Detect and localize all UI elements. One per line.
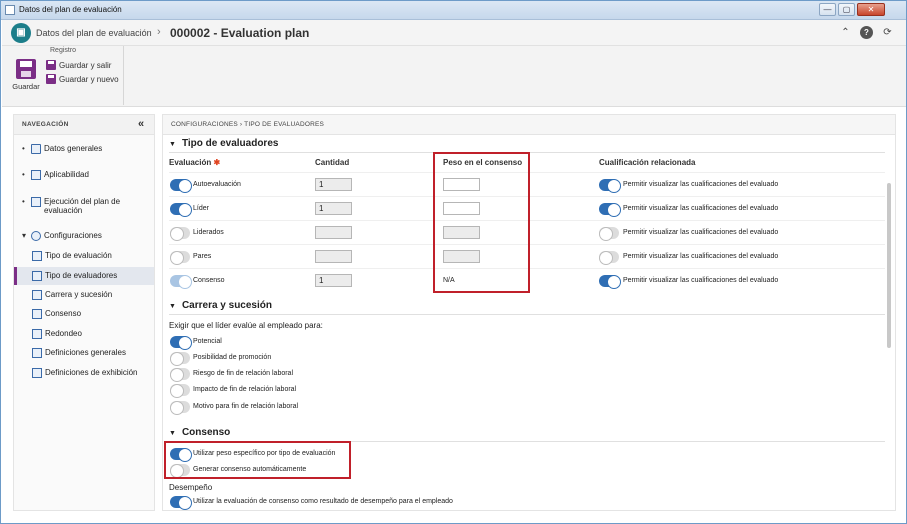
navigation-header: NAVEGACIÓN « [14, 115, 154, 135]
consenso-toggle[interactable] [170, 275, 192, 289]
general-definitions-icon [32, 348, 42, 358]
app-logo-icon: ▣ [11, 23, 31, 43]
liderados-toggle[interactable] [170, 227, 190, 241]
save-new-icon [46, 74, 56, 84]
column-evaluation: Evaluación ✱ [169, 158, 221, 167]
nav-item-tipo-evaluadores[interactable]: Tipo de evaluadores [14, 267, 154, 285]
breadcrumb-separator: › [157, 26, 161, 38]
save-exit-button[interactable]: Guardar y salir [46, 59, 111, 71]
consenso-desempeno-toggle[interactable] [170, 496, 192, 510]
evaluation-type-icon [32, 251, 42, 261]
minimize-button[interactable]: — [819, 3, 836, 16]
lider-qualification-toggle[interactable] [599, 203, 621, 217]
nav-item-aplicabilidad[interactable]: • Aplicabilidad [22, 170, 89, 180]
navigation-title: NAVEGACIÓN [22, 121, 69, 128]
execution-icon [31, 197, 41, 207]
content-breadcrumb: CONFIGURACIONES › TIPO DE EVALUADORES [171, 121, 325, 128]
window-title: Datos del plan de evaluación [19, 5, 122, 14]
impacto-toggle[interactable] [170, 384, 190, 398]
evaluators-type-icon [32, 271, 42, 281]
potencial-toggle[interactable] [170, 336, 192, 350]
app-window: Datos del plan de evaluación — ▢ ✕ ▣ Dat… [0, 0, 907, 524]
liderados-qualification-toggle[interactable] [599, 227, 619, 241]
pares-toggle[interactable] [170, 251, 190, 265]
riesgo-toggle[interactable] [170, 368, 190, 382]
autoevaluacion-quantity-input[interactable]: 1 [315, 178, 352, 191]
save-button[interactable]: Guardar [8, 59, 44, 97]
save-exit-icon [46, 60, 56, 70]
save-exit-label: Guardar y salir [59, 60, 112, 70]
document-icon [31, 144, 41, 154]
career-prompt: Exigir que el líder evalúe al empleado p… [169, 321, 323, 330]
column-quantity: Cantidad [315, 158, 350, 167]
required-icon: ✱ [213, 158, 221, 167]
breadcrumb-root[interactable]: Datos del plan de evaluación [36, 28, 152, 38]
promocion-toggle[interactable] [170, 352, 190, 366]
pares-qualification-toggle[interactable] [599, 251, 619, 265]
section-career-header[interactable]: ▼ Carrera y sucesión [169, 300, 272, 311]
motivo-toggle[interactable] [170, 401, 190, 415]
collapse-header-icon[interactable]: ⌃ [839, 26, 852, 39]
page-header: ▣ Datos del plan de evaluación › 000002 … [2, 20, 906, 46]
liderados-quantity-input[interactable] [315, 226, 352, 239]
ribbon-divider [123, 46, 124, 105]
nav-item-ejecucion[interactable]: • Ejecución del plan de evaluación [22, 197, 152, 215]
highlight-weight-column [433, 152, 530, 293]
main-content: CONFIGURACIONES › TIPO DE EVALUADORES ▼ T… [162, 114, 896, 511]
nav-item-definiciones-generales[interactable]: Definiciones generales [32, 348, 126, 358]
nav-item-carrera-sucesion[interactable]: Carrera y sucesión [32, 290, 112, 300]
performance-label: Desempeño [169, 483, 213, 492]
maximize-button[interactable]: ▢ [838, 3, 855, 16]
ribbon-group-label: Registro [50, 47, 77, 54]
ribbon-toolbar: Registro Guardar Guardar y salir Guardar… [2, 46, 906, 107]
gear-icon [31, 231, 41, 241]
title-bar: Datos del plan de evaluación — ▢ ✕ [1, 1, 906, 20]
nav-item-datos-generales[interactable]: • Datos generales [22, 144, 102, 154]
autoevaluacion-toggle[interactable] [170, 179, 192, 193]
content-breadcrumb-bar: CONFIGURACIONES › TIPO DE EVALUADORES [163, 115, 895, 135]
save-new-button[interactable]: Guardar y nuevo [46, 73, 119, 85]
career-icon [32, 290, 42, 300]
section-evaluators-header[interactable]: ▼ Tipo de evaluadores [169, 138, 278, 149]
help-icon[interactable]: ? [860, 26, 873, 39]
content-scrollbar[interactable] [887, 183, 891, 348]
lider-quantity-input[interactable]: 1 [315, 202, 352, 215]
display-definitions-icon [32, 368, 42, 378]
window-icon [5, 5, 15, 15]
navigation-panel: NAVEGACIÓN « • Datos generales • Aplicabil… [13, 114, 155, 511]
row-label: Autoevaluación [193, 181, 241, 188]
column-qualification: Cualificación relacionada [599, 158, 696, 167]
pares-quantity-input[interactable] [315, 250, 352, 263]
close-button[interactable]: ✕ [857, 3, 885, 16]
consenso-quantity-input[interactable]: 1 [315, 274, 352, 287]
refresh-icon[interactable]: ⟳ [881, 26, 894, 39]
section-consensus-header[interactable]: ▼ Consenso [169, 427, 230, 438]
autoevaluacion-qualification-toggle[interactable] [599, 179, 621, 193]
nav-item-redondeo[interactable]: Redondeo [32, 329, 82, 339]
nav-item-definiciones-exhibicion[interactable]: Definiciones de exhibición [32, 368, 138, 378]
consenso-qualification-toggle[interactable] [599, 275, 621, 289]
save-new-label: Guardar y nuevo [59, 74, 119, 84]
highlight-consensus-options [164, 441, 351, 479]
consensus-icon [32, 309, 42, 319]
applicability-icon [31, 170, 41, 180]
save-label: Guardar [12, 82, 40, 91]
nav-item-tipo-evaluacion[interactable]: Tipo de evaluación [32, 251, 112, 261]
nav-item-consenso[interactable]: Consenso [32, 309, 81, 319]
lider-toggle[interactable] [170, 203, 192, 217]
collapse-navigation-icon[interactable]: « [138, 118, 144, 130]
page-title: 000002 - Evaluation plan [170, 26, 310, 40]
rounding-icon [32, 329, 42, 339]
save-icon [16, 59, 36, 79]
nav-item-configuraciones[interactable]: ▾ Configuraciones [22, 231, 102, 241]
